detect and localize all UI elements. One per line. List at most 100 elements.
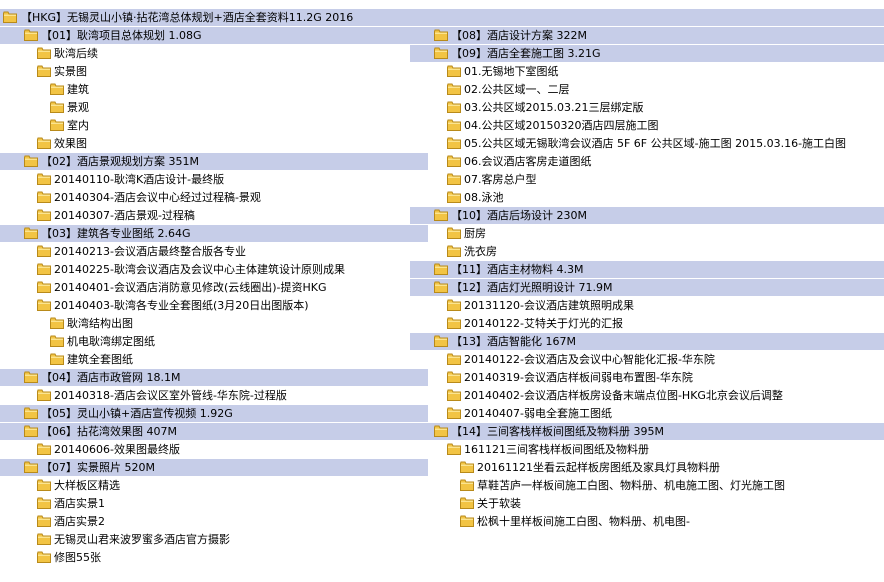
folder-header-row[interactable]: 【06】拈花湾效果图 407M [0,423,428,440]
folder-label: 20140304-酒店会议中心经过过程稿-景观 [54,191,261,204]
folder-row[interactable]: 无锡灵山君来波罗蜜多酒店官方摄影 [0,531,428,548]
folder-icon [447,389,461,401]
folder-icon [447,443,461,455]
folder-header-row[interactable]: 【10】酒店后场设计 230M [410,207,884,224]
folder-row[interactable]: 洗衣房 [410,243,884,260]
folder-row[interactable]: 02.公共区域一、二层 [410,81,884,98]
folder-row[interactable]: 07.客房总户型 [410,171,884,188]
folder-label: 建筑全套图纸 [67,353,133,366]
folder-icon [24,227,38,239]
folder-row[interactable]: 建筑 [0,81,428,98]
folder-header-row[interactable]: 【13】酒店智能化 167M [410,333,884,350]
folder-row[interactable]: 效果图 [0,135,428,152]
folder-header-row[interactable]: 【12】酒店灯光照明设计 71.9M [410,279,884,296]
folder-row[interactable]: 耿湾后续 [0,45,428,62]
folder-header-row[interactable]: 【11】酒店主材物料 4.3M [410,261,884,278]
folder-icon [37,191,51,203]
folder-row[interactable]: 关于软装 [410,495,884,512]
folder-label: 20140402-会议酒店样板房设备末端点位图-HKG北京会议后调整 [464,389,783,402]
folder-icon [460,479,474,491]
folder-row[interactable]: 实景图 [0,63,428,80]
folder-row[interactable]: 20140402-会议酒店样板房设备末端点位图-HKG北京会议后调整 [410,387,884,404]
folder-header-row[interactable]: 【02】酒店景观规划方案 351M [0,153,428,170]
folder-row[interactable]: 161121三间客栈样板间图纸及物料册 [410,441,884,458]
folder-icon [37,245,51,257]
folder-label: 【11】酒店主材物料 4.3M [451,263,584,276]
folder-row[interactable]: 厨房 [410,225,884,242]
folder-row[interactable]: 04.公共区域20150320酒店四层施工图 [410,117,884,134]
folder-label: 【06】拈花湾效果图 407M [41,425,177,438]
folder-row[interactable]: 20161121坐看云起样板房图纸及家具灯具物料册 [410,459,884,476]
folder-icon [434,29,448,41]
folder-row[interactable]: 20140319-会议酒店样板间弱电布置图-华东院 [410,369,884,386]
folder-icon [447,299,461,311]
folder-label: 20140122-艾特关于灯光的汇报 [464,317,623,330]
folder-label: 【01】耿湾项目总体规划 1.08G [41,29,202,42]
folder-icon [447,191,461,203]
folder-row[interactable]: 草鞋苫庐一样板间施工白图、物料册、机电施工图、灯光施工图 [410,477,884,494]
folder-icon [460,497,474,509]
folder-icon [37,65,51,77]
folder-row[interactable]: 20140110-耿湾K酒店设计-最终版 [0,171,428,188]
folder-row[interactable]: 大样板区精选 [0,477,428,494]
folder-label: 20140307-酒店景观-过程稿 [54,209,195,222]
folder-row[interactable]: 08.泳池 [410,189,884,206]
folder-label: 【13】酒店智能化 167M [451,335,576,348]
folder-icon [447,173,461,185]
folder-label: 08.泳池 [464,191,504,204]
folder-row[interactable]: 03.公共区域2015.03.21三层绑定版 [410,99,884,116]
folder-row[interactable]: 20140304-酒店会议中心经过过程稿-景观 [0,189,428,206]
folder-row[interactable]: 20140407-弱电全套施工图纸 [410,405,884,422]
folder-header-row[interactable]: 【07】实景照片 520M [0,459,428,476]
folder-row[interactable]: 20140318-酒店会议区室外管线-华东院-过程版 [0,387,428,404]
folder-row[interactable]: 松枫十里样板间施工白图、物料册、机电图- [410,513,884,530]
folder-icon [434,281,448,293]
folder-row[interactable]: 20140401-会议酒店消防意见修改(云线圈出)-提资HKG [0,279,428,296]
folder-header-row[interactable]: 【01】耿湾项目总体规划 1.08G [0,27,428,44]
folder-icon [434,209,448,221]
folder-label: 05.公共区域无锡耿湾会议酒店 5F 6F 公共区域-施工图 2015.03.1… [464,137,847,150]
folder-row[interactable]: 20131120-会议酒店建筑照明成果 [410,297,884,314]
folder-row[interactable]: 01.无锡地下室图纸 [410,63,884,80]
folder-label: 建筑 [67,83,89,96]
folder-row[interactable]: 05.公共区域无锡耿湾会议酒店 5F 6F 公共区域-施工图 2015.03.1… [410,135,884,152]
folder-label: 07.客房总户型 [464,173,537,186]
folder-icon [37,281,51,293]
folder-icon [50,101,64,113]
folder-icon [37,173,51,185]
folder-row[interactable]: 景观 [0,99,428,116]
folder-label: 实景图 [54,65,87,78]
folder-header-row[interactable]: 【03】建筑各专业图纸 2.64G [0,225,428,242]
folder-row[interactable]: 20140213-会议酒店最终整合版各专业 [0,243,428,260]
folder-row[interactable]: 建筑全套图纸 [0,351,428,368]
folder-row[interactable]: 酒店实景2 [0,513,428,530]
folder-row[interactable]: 修图55张 [0,549,428,566]
tree-root-row[interactable]: 【HKG】无锡灵山小镇·拈花湾总体规划+酒店全套资料11.2G 2016 [0,9,884,26]
folder-row[interactable]: 酒店实景1 [0,495,428,512]
folder-label: 06.会议酒店客房走道图纸 [464,155,592,168]
folder-row[interactable]: 20140307-酒店景观-过程稿 [0,207,428,224]
folder-label: 【10】酒店后场设计 230M [451,209,587,222]
folder-label: 03.公共区域2015.03.21三层绑定版 [464,101,644,114]
folder-label: 161121三间客栈样板间图纸及物料册 [464,443,649,456]
folder-row[interactable]: 20140403-耿湾各专业全套图纸(3月20日出图版本) [0,297,428,314]
folder-row[interactable]: 20140122-艾特关于灯光的汇报 [410,315,884,332]
folder-row[interactable]: 室内 [0,117,428,134]
folder-label: 20140606-效果图最终版 [54,443,180,456]
folder-label: 酒店实景2 [54,515,105,528]
folder-row[interactable]: 机电耿湾绑定图纸 [0,333,428,350]
folder-row[interactable]: 耿湾结构出图 [0,315,428,332]
folder-header-row[interactable]: 【08】酒店设计方案 322M [410,27,884,44]
folder-icon [447,65,461,77]
folder-icon [37,551,51,563]
folder-header-row[interactable]: 【05】灵山小镇+酒店宣传视频 1.92G [0,405,428,422]
folder-header-row[interactable]: 【14】三间客栈样板间图纸及物料册 395M [410,423,884,440]
folder-icon [460,461,474,473]
folder-header-row[interactable]: 【04】酒店市政管网 18.1M [0,369,428,386]
folder-header-row[interactable]: 【09】酒店全套施工图 3.21G [410,45,884,62]
folder-row[interactable]: 20140122-会议酒店及会议中心智能化汇报-华东院 [410,351,884,368]
folder-row[interactable]: 20140225-耿湾会议酒店及会议中心主体建筑设计原则成果 [0,261,428,278]
folder-icon [447,137,461,149]
folder-row[interactable]: 20140606-效果图最终版 [0,441,428,458]
folder-row[interactable]: 06.会议酒店客房走道图纸 [410,153,884,170]
